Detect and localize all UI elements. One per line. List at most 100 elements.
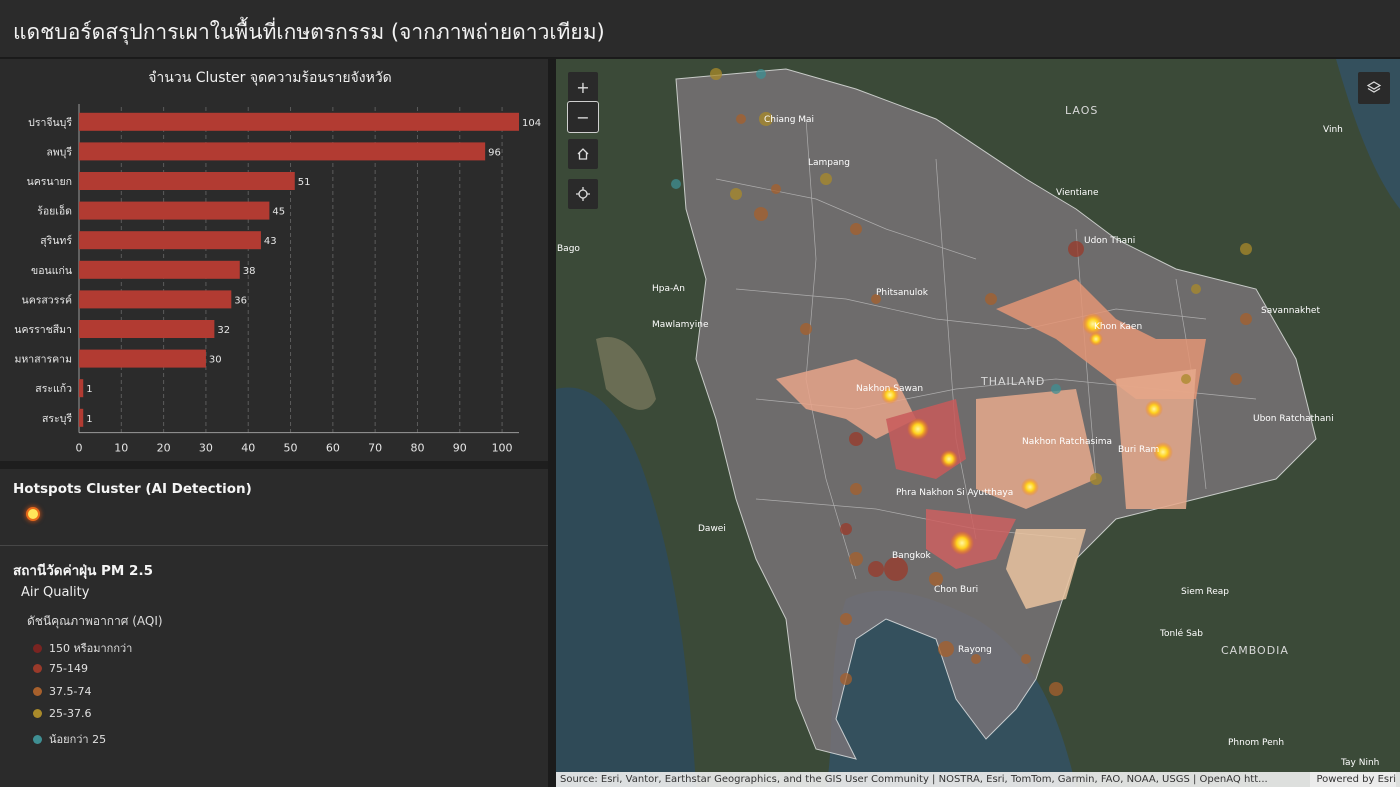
divider: [0, 545, 548, 546]
layers-button[interactable]: [1358, 72, 1390, 104]
x-tick-label: 80: [410, 442, 424, 455]
city-label: Savannakhet: [1261, 306, 1320, 316]
powered-by-esri[interactable]: Powered by Esri: [1310, 772, 1396, 787]
bar: [79, 379, 84, 398]
data-label: 32: [217, 325, 230, 336]
city-label: Tay Ninh: [1340, 758, 1379, 768]
data-label: 45: [272, 207, 285, 218]
aqi-legend-item: 150 หรือมากกว่า: [33, 639, 132, 657]
x-tick-label: 60: [326, 442, 340, 455]
x-tick-label: 20: [157, 442, 171, 455]
bar-chart: 0 10 20 30 40 50 60 70 80 90 100 ปราจีนบุรี 104 ลพบุร…: [14, 104, 541, 455]
city-label: Udon Thani: [1084, 236, 1135, 246]
locate-icon: [576, 187, 590, 201]
bar: [79, 172, 295, 190]
country-label: CAMBODIA: [1221, 644, 1289, 657]
aqi-swatch: [33, 643, 42, 653]
category-label: นครนายก: [27, 176, 72, 188]
bar: [79, 320, 215, 338]
header: แดชบอร์ดสรุปการเผาในพื้นที่เกษตรกรรม (จา…: [0, 0, 1400, 58]
aqi-item-label: 37.5-74: [49, 685, 92, 698]
aqi-item-label: 75-149: [49, 662, 88, 675]
aqi-legend-item: 25-37.6: [33, 707, 91, 720]
x-tick-label: 40: [241, 442, 255, 455]
city-label: Bago: [557, 244, 580, 254]
city-label: Nakhon Sawan: [856, 384, 923, 394]
city-label: Chiang Mai: [764, 115, 814, 125]
bar: [79, 112, 519, 131]
data-label: 36: [234, 295, 247, 306]
city-label: Buri Ram: [1118, 445, 1159, 455]
zoom-out-button[interactable]: −: [567, 101, 599, 133]
city-label: Lampang: [808, 158, 850, 168]
country-label: LAOS: [1065, 104, 1098, 117]
data-label: 51: [298, 177, 311, 188]
data-label: 1: [86, 414, 92, 425]
x-tick-label: 50: [284, 442, 298, 455]
category-label: นครราชสีมา: [14, 323, 72, 336]
map-attribution: Source: Esri, Vantor, Earthstar Geograph…: [556, 772, 1400, 787]
city-label: Mawlamyine: [652, 320, 709, 330]
aqi-item-label: 150 หรือมากกว่า: [49, 642, 133, 655]
country-label: THAILAND: [980, 375, 1045, 388]
layers-icon: [1366, 81, 1382, 93]
pm-legend-title: สถานีวัดค่าฝุ่น PM 2.5: [13, 563, 153, 579]
city-label: Nakhon Ratchasima: [1022, 437, 1112, 447]
aqi-swatch: [33, 687, 42, 696]
city-label: Bangkok: [892, 551, 932, 561]
aqi-item-label: 25-37.6: [49, 707, 92, 720]
category-label: มหาสารคาม: [14, 354, 72, 366]
data-label: 38: [243, 266, 256, 277]
attribution-text[interactable]: Source: Esri, Vantor, Earthstar Geograph…: [560, 772, 1268, 787]
city-label: Phitsanulok: [876, 288, 929, 298]
locate-button[interactable]: [568, 179, 598, 209]
air-quality-label: Air Quality: [21, 585, 90, 600]
bar: [79, 231, 261, 250]
bar: [79, 142, 486, 161]
city-label: Siem Reap: [1181, 587, 1229, 597]
category-label: ขอนแก่น: [31, 265, 72, 277]
aqi-swatch: [33, 709, 42, 718]
city-label: Rayong: [958, 645, 992, 655]
city-label: Ubon Ratchathani: [1253, 414, 1334, 424]
hotspots-legend-title: Hotspots Cluster (AI Detection): [13, 481, 252, 497]
city-label: Tonlé Sab: [1159, 628, 1203, 639]
map-view[interactable]: LAOS THAILAND CAMBODIA Chiang Mai Lampan…: [556, 59, 1400, 787]
x-tick-label: 90: [453, 442, 467, 455]
category-label: ปราจีนบุรี: [28, 116, 72, 129]
left-panel: จำนวน Cluster จุดความร้อนรายจังหวัด 0 10 2…: [0, 59, 548, 787]
hotspot-symbol: [28, 509, 38, 519]
category-label: นครสวรรค์: [22, 293, 72, 306]
data-label: 43: [264, 236, 277, 247]
city-label: Hpa-An: [652, 284, 685, 294]
bar: [79, 290, 232, 309]
home-button[interactable]: [568, 139, 598, 169]
aqi-label: ดัชนีคุณภาพอากาศ (AQI): [27, 614, 163, 628]
category-label: สุรินทร์: [40, 234, 72, 247]
basemap[interactable]: LAOS THAILAND CAMBODIA Chiang Mai Lampan…: [556, 59, 1400, 787]
page-title: แดชบอร์ดสรุปการเผาในพื้นที่เกษตรกรรม (จา…: [13, 20, 605, 44]
category-label: สระแก้ว: [35, 383, 72, 395]
data-label: 1: [86, 384, 92, 395]
x-tick-label: 0: [76, 442, 83, 455]
category-label: สระบุรี: [42, 412, 72, 425]
zoom-in-button[interactable]: +: [568, 72, 598, 102]
x-tick-label: 10: [114, 442, 128, 455]
chart-title: จำนวน Cluster จุดความร้อนรายจังหวัด: [148, 70, 392, 86]
legend-panel: Hotspots Cluster (AI Detection) สถานีวัด…: [0, 469, 548, 787]
home-icon: [577, 148, 589, 160]
bar: [79, 260, 240, 279]
aqi-swatch: [33, 734, 42, 744]
city-label: Chon Buri: [934, 585, 978, 595]
data-label: 96: [488, 147, 501, 158]
category-label: ร้อยเอ็ด: [37, 204, 72, 218]
city-label: Phnom Penh: [1228, 738, 1284, 748]
x-tick-label: 100: [492, 442, 513, 455]
chart-panel: จำนวน Cluster จุดความร้อนรายจังหวัด 0 10 2…: [0, 59, 548, 461]
aqi-swatch: [33, 664, 42, 673]
data-label: 104: [522, 118, 541, 129]
aqi-legend-item: 37.5-74: [33, 685, 91, 698]
bar: [79, 408, 84, 427]
category-label: ลพบุรี: [46, 145, 72, 158]
bar: [79, 201, 270, 220]
